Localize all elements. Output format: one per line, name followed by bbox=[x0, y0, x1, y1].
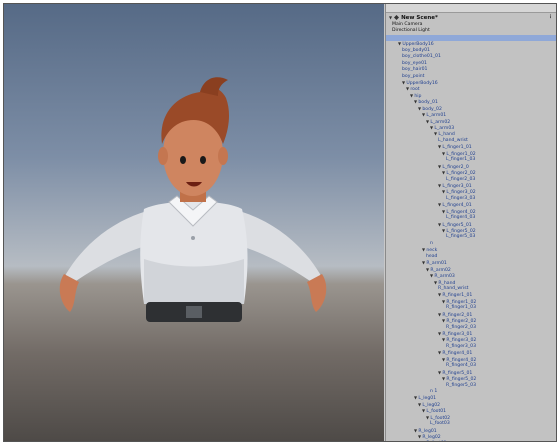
scene-row[interactable]: ▼ New Scene* ⋮ bbox=[386, 13, 556, 22]
character-render bbox=[59, 77, 327, 322]
hierarchy-row-label: L_foot03 bbox=[430, 421, 450, 427]
hierarchy-row-label: R_finger5_01 bbox=[442, 370, 473, 376]
hierarchy-row-label: L_hand bbox=[438, 132, 455, 138]
hierarchy-row-label: R_finger1_03 bbox=[446, 305, 476, 311]
button bbox=[191, 236, 195, 240]
hierarchy-row-label: Main Camera bbox=[392, 22, 423, 27]
hierarchy-row-label: R_finger5_03 bbox=[446, 382, 476, 388]
hierarchy-row-label: R_leg01 bbox=[418, 428, 437, 434]
left-ear bbox=[158, 147, 168, 165]
hierarchy-row-label: R_finger3_02 bbox=[446, 338, 477, 344]
hierarchy-tree: Main Camera Directional Light ▼ UpperBody1… bbox=[386, 22, 556, 441]
hierarchy-row-label: R_finger2_02 bbox=[446, 319, 477, 325]
hierarchy-row-label: boy_point bbox=[402, 73, 425, 79]
hierarchy-row-label: UpperBody16 bbox=[406, 80, 438, 86]
hierarchy-row-label: L_arm01 bbox=[426, 113, 447, 119]
hierarchy-row[interactable]: ▼ R_foot01 bbox=[386, 440, 556, 441]
expand-arrow-icon[interactable]: ▼ bbox=[389, 15, 392, 20]
hierarchy-row-label: n 1 bbox=[430, 388, 438, 394]
hierarchy-row-label: root bbox=[410, 87, 420, 93]
hierarchy-row-label: L_finger1_01 bbox=[442, 145, 472, 151]
hierarchy-row-label: L_arm02 bbox=[430, 119, 451, 125]
editor-window: ▼ New Scene* ⋮ Main Camera Directional Li… bbox=[3, 3, 557, 442]
hierarchy-row-label: R_finger3_03 bbox=[446, 343, 476, 349]
hierarchy-row-label: L_finger4_02 bbox=[446, 209, 476, 215]
hierarchy-row-label: L_finger5_01 bbox=[442, 222, 472, 228]
hierarchy-row-label: R_hand bbox=[438, 280, 456, 286]
hierarchy-row-label: boy_eye01 bbox=[402, 60, 427, 66]
hierarchy-row-label: R_arm01 bbox=[426, 261, 447, 267]
right-eye bbox=[200, 156, 206, 164]
hierarchy-row-label: body_02 bbox=[422, 106, 442, 112]
belt-buckle bbox=[186, 306, 202, 318]
hierarchy-row-label: L_arm03 bbox=[434, 126, 455, 131]
hierarchy-row-label: R_finger4_02 bbox=[446, 357, 477, 363]
hierarchy-row-label: neck bbox=[426, 248, 438, 254]
hierarchy-row-label: UpperBody16 bbox=[402, 42, 434, 48]
hierarchy-row-label: L_finger2_02 bbox=[446, 171, 476, 177]
hierarchy-row-label: R_finger4_03 bbox=[446, 363, 476, 369]
hierarchy-row-label: boy_hair01 bbox=[402, 67, 428, 73]
right-ear bbox=[218, 147, 228, 165]
hierarchy-row-label: L_hand_wrist bbox=[438, 137, 468, 143]
hierarchy-row-label: R_finger3_01 bbox=[442, 332, 473, 337]
hierarchy-row-label: boy_body01 bbox=[402, 47, 430, 53]
hierarchy-row-label: L_leg02 bbox=[422, 402, 441, 408]
hierarchy-row-label: L_foot01 bbox=[426, 409, 447, 415]
hierarchy-row-label: L_finger5_03 bbox=[446, 234, 476, 240]
hierarchy-row-label: R_hand_wrist bbox=[438, 285, 469, 291]
left-eye bbox=[180, 156, 186, 164]
hierarchy-row-label: head bbox=[426, 253, 438, 259]
hierarchy-row-label: L_leg01 bbox=[418, 396, 437, 402]
kebab-menu-icon[interactable]: ⋮ bbox=[548, 14, 553, 20]
hierarchy-row-label: R_arm03 bbox=[434, 274, 455, 280]
hierarchy-row-label: R_finger1_01 bbox=[442, 293, 473, 299]
hierarchy-row-label: body_01 bbox=[418, 100, 438, 106]
hierarchy-row-label: n bbox=[430, 240, 433, 246]
unity-logo-icon bbox=[394, 15, 400, 20]
hierarchy-row-label: hip bbox=[414, 93, 422, 99]
hierarchy-header bbox=[386, 4, 556, 13]
hierarchy-row-label: L_finger3_02 bbox=[446, 190, 476, 196]
hierarchy-row-label: R_finger5_02 bbox=[446, 377, 477, 383]
hierarchy-row-label: L_finger1_02 bbox=[446, 151, 476, 157]
hierarchy-row-label: L_finger2_03 bbox=[446, 176, 476, 182]
hierarchy-row-label: R_finger2_03 bbox=[446, 324, 476, 330]
hierarchy-row-label: R_finger2_01 bbox=[442, 312, 473, 318]
hierarchy-row-label: R_arm02 bbox=[430, 267, 451, 273]
hierarchy-row-label: L_finger3_03 bbox=[446, 195, 476, 201]
scene-title: New Scene* bbox=[401, 14, 438, 21]
hierarchy-row-label: L_foot02 bbox=[430, 415, 451, 421]
hierarchy-row-label: boy_clothe01_01 bbox=[402, 54, 441, 60]
hierarchy-row-label: Directional Light bbox=[392, 28, 430, 34]
hierarchy-row-label: L_finger4_01 bbox=[442, 203, 472, 209]
hierarchy-row-label: L_finger2_0 bbox=[442, 164, 469, 170]
scene-viewport[interactable] bbox=[4, 4, 384, 441]
hierarchy-row-label: L_finger1_03 bbox=[446, 157, 476, 163]
hierarchy-row-label: L_finger3_01 bbox=[442, 183, 472, 189]
hierarchy-row-label: R_leg02 bbox=[422, 435, 441, 440]
hierarchy-row-label: L_finger4_03 bbox=[446, 215, 476, 221]
hierarchy-row-label: R_finger4_01 bbox=[442, 351, 473, 357]
hierarchy-panel: ▼ New Scene* ⋮ Main Camera Directional Li… bbox=[385, 4, 556, 441]
